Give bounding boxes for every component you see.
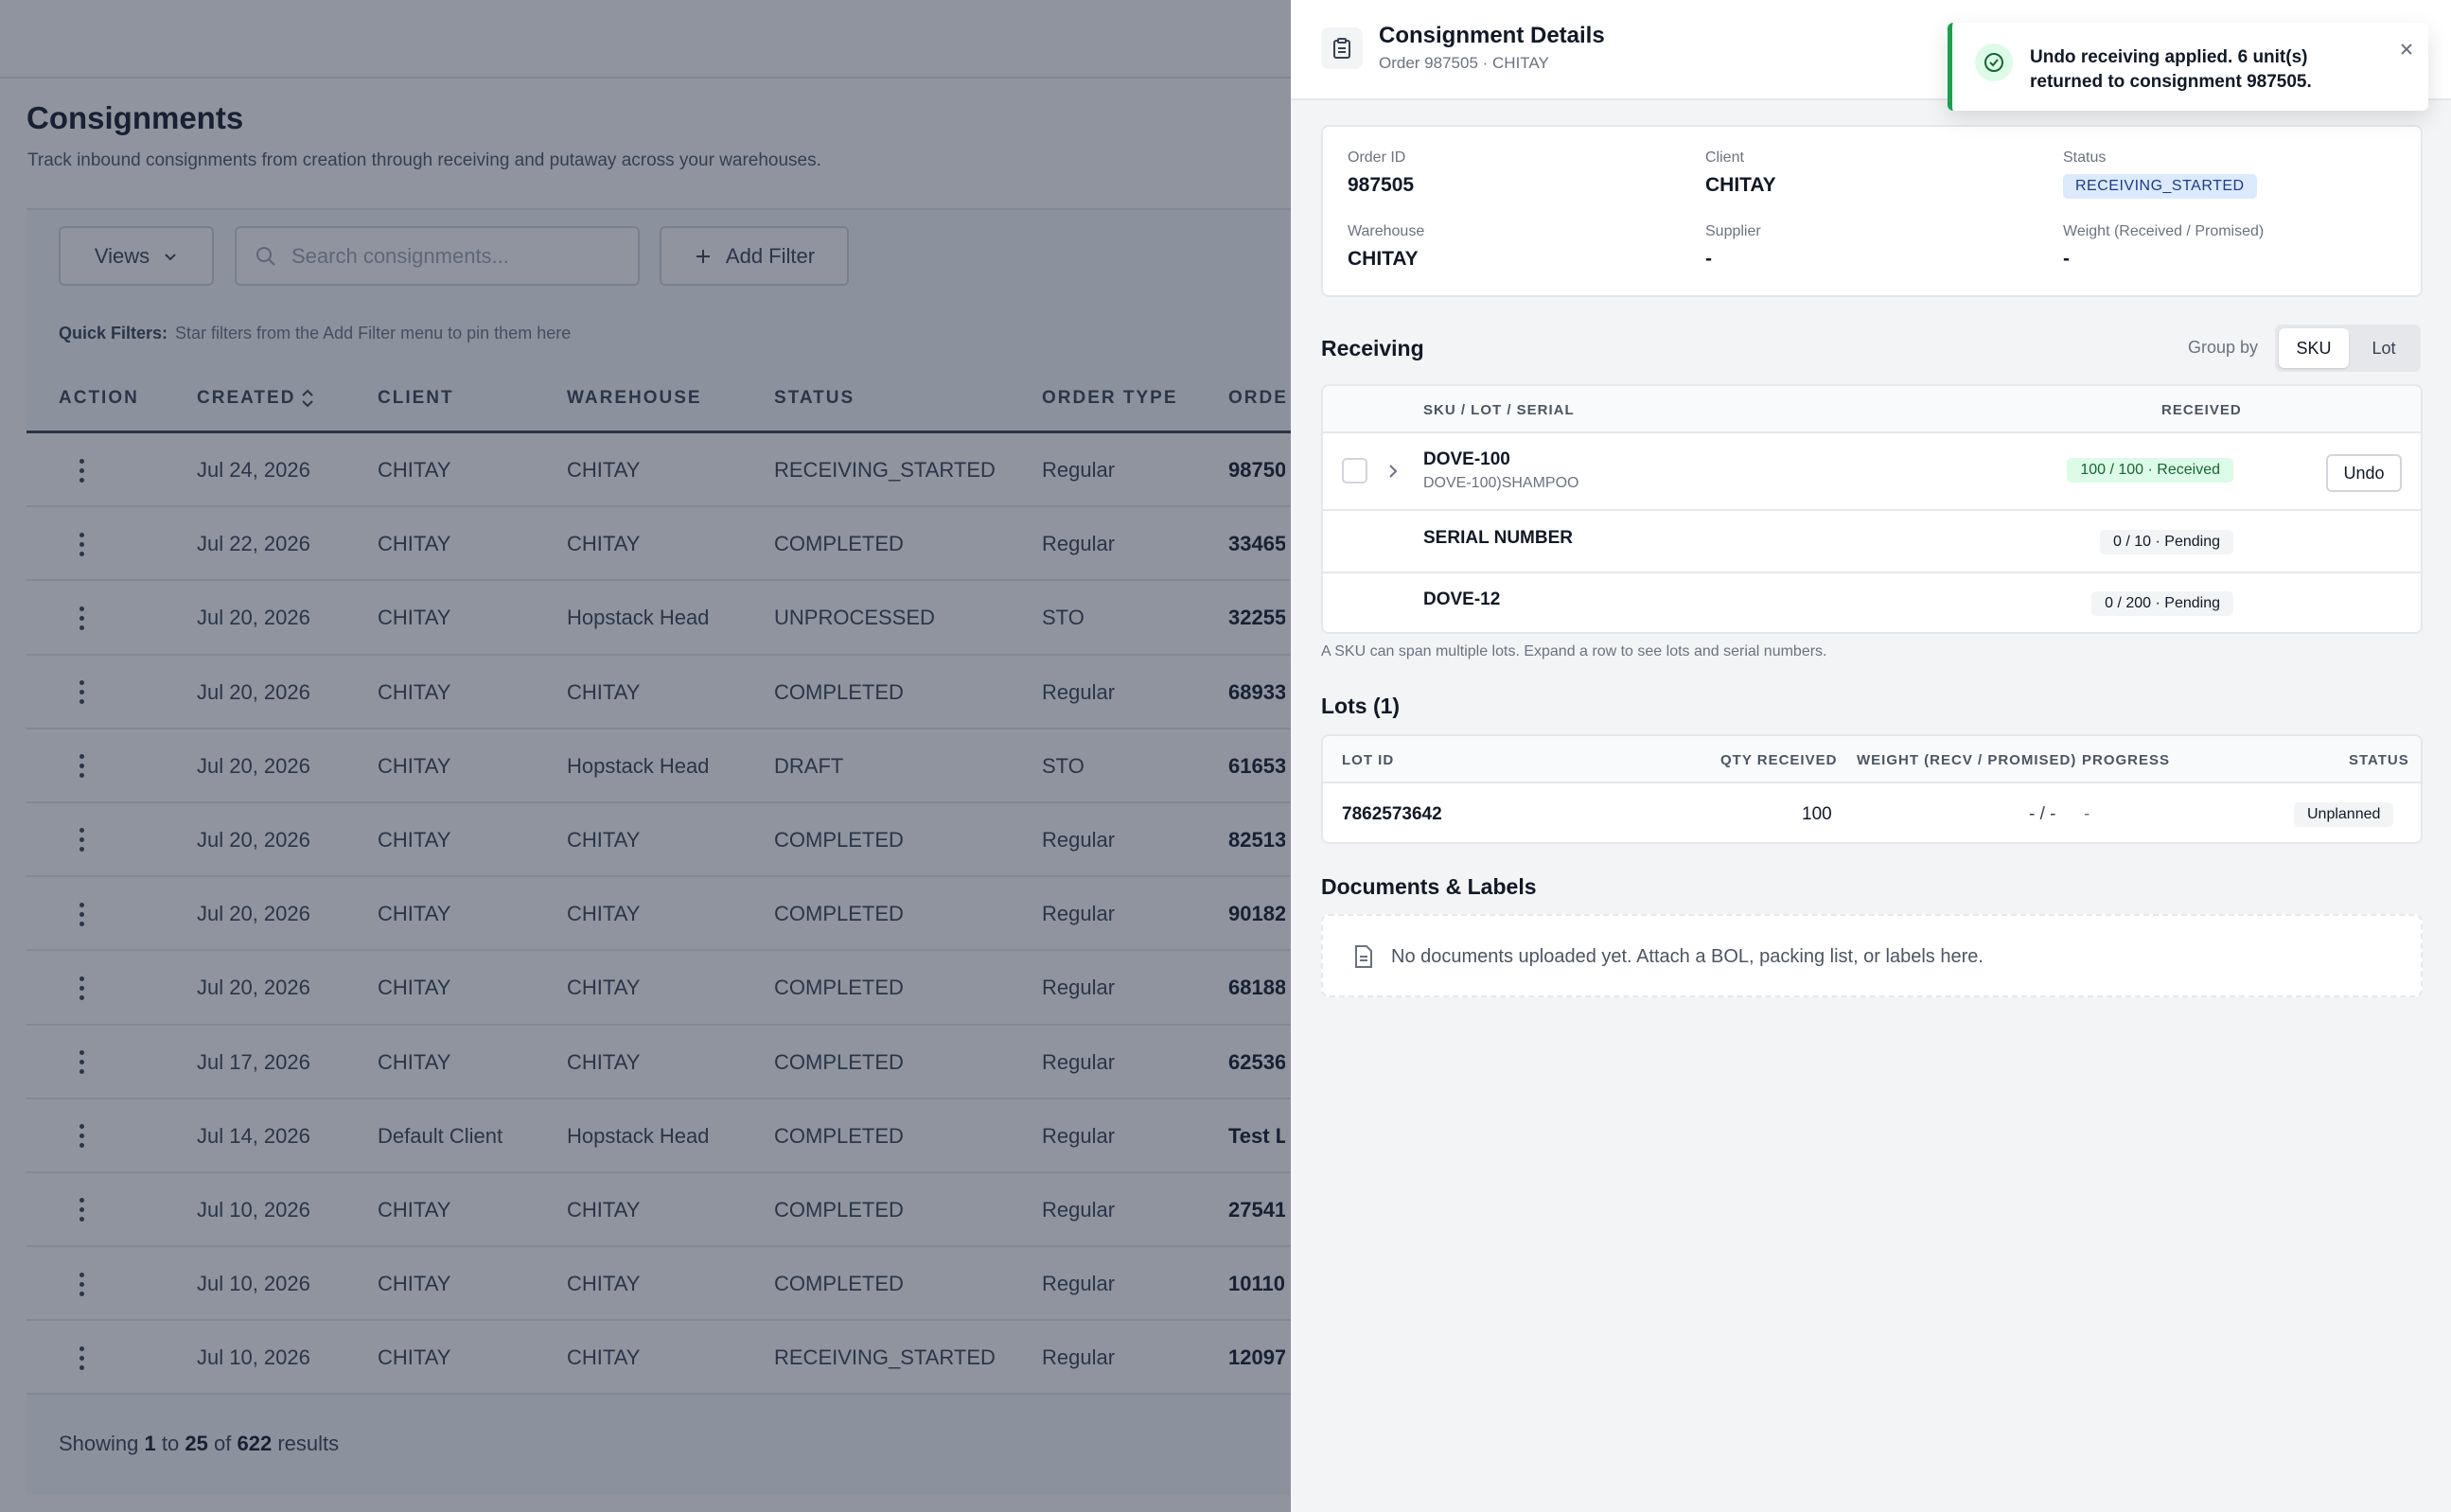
group-by-label: Group by bbox=[2188, 338, 2259, 357]
col-status: STATUS bbox=[2349, 752, 2409, 768]
sku-description: DOVE-100)SHAMPOO bbox=[1423, 475, 1579, 491]
col-received: RECEIVED bbox=[2161, 402, 2242, 418]
order-id-label: Order ID bbox=[1348, 149, 1406, 166]
lots-table-header: LOT ID QTY RECEIVED WEIGHT (RECV / PROMI… bbox=[1323, 736, 2421, 783]
receiving-hint: A SKU can span multiple lots. Expand a r… bbox=[1321, 643, 1827, 659]
receiving-row: DOVE-100 DOVE-100)SHAMPOO 100 / 100 · Re… bbox=[1323, 433, 2421, 511]
pending-badge: 0 / 200 · Pending bbox=[2091, 591, 2233, 616]
pending-badge: 0 / 10 · Pending bbox=[2100, 530, 2233, 554]
clipboard-icon bbox=[1321, 27, 1363, 69]
supplier-label: Supplier bbox=[1705, 223, 1761, 239]
lot-weight: - / - bbox=[2029, 804, 2056, 824]
group-by-lot-button[interactable]: Lot bbox=[2349, 328, 2419, 368]
receiving-row: SERIAL NUMBER 0 / 10 · Pending bbox=[1323, 511, 2421, 573]
documents-empty-text: No documents uploaded yet. Attach a BOL,… bbox=[1391, 946, 1984, 967]
lots-title: Lots (1) bbox=[1321, 694, 1401, 718]
close-icon[interactable] bbox=[2395, 38, 2418, 61]
order-id-value: 987505 bbox=[1348, 174, 1415, 196]
drawer-subtitle: Order 987505 · CHITAY bbox=[1379, 54, 1549, 72]
status-label: Status bbox=[2063, 149, 2107, 166]
col-weight: WEIGHT (RECV / PROMISED) bbox=[1857, 752, 2077, 768]
lot-progress: - bbox=[2084, 804, 2090, 824]
lot-status-badge: Unplanned bbox=[2294, 802, 2394, 827]
receiving-title: Receiving bbox=[1321, 336, 1424, 360]
chevron-right-icon[interactable] bbox=[1385, 462, 1401, 481]
document-icon bbox=[1355, 945, 1372, 968]
check-circle-icon bbox=[1975, 44, 2013, 81]
col-qty-received: QTY RECEIVED bbox=[1720, 752, 1838, 768]
lot-id: 7862573642 bbox=[1342, 804, 1442, 824]
col-sku-lot-serial: SKU / LOT / SERIAL bbox=[1423, 402, 1575, 418]
success-toast: Undo receiving applied. 6 unit(s) return… bbox=[1948, 23, 2428, 111]
order-info-card: Order ID 987505 Client CHITAY Status REC… bbox=[1321, 125, 2423, 297]
modal-overlay[interactable] bbox=[0, 0, 1291, 1512]
col-progress: PROGRESS bbox=[2082, 752, 2171, 768]
receiving-table: SKU / LOT / SERIAL RECEIVED DOVE-100 DOV… bbox=[1321, 384, 2423, 634]
sku-name: DOVE-12 bbox=[1423, 589, 1501, 609]
undo-button[interactable]: Undo bbox=[2326, 454, 2402, 492]
lots-table: LOT ID QTY RECEIVED WEIGHT (RECV / PROMI… bbox=[1321, 734, 2423, 844]
weight-label: Weight (Received / Promised) bbox=[2063, 223, 2265, 239]
group-by-toggle: SKU Lot bbox=[2275, 325, 2421, 372]
group-by-sku-button[interactable]: SKU bbox=[2279, 328, 2349, 368]
sku-name: DOVE-100 bbox=[1423, 449, 1510, 469]
warehouse-label: Warehouse bbox=[1348, 223, 1425, 239]
consignment-details-drawer: Consignment Details Order 987505 · CHITA… bbox=[1291, 0, 2451, 1512]
client-value: CHITAY bbox=[1705, 174, 1776, 196]
supplier-value: - bbox=[1705, 248, 1712, 270]
client-label: Client bbox=[1705, 149, 1744, 166]
received-badge: 100 / 100 · Received bbox=[2067, 458, 2233, 483]
toast-message: Undo receiving applied. 6 unit(s) return… bbox=[2030, 47, 2312, 92]
documents-title: Documents & Labels bbox=[1321, 874, 1537, 899]
sku-name: SERIAL NUMBER bbox=[1423, 528, 1573, 548]
status-badge: RECEIVING_STARTED bbox=[2063, 174, 2257, 199]
drawer-title: Consignment Details bbox=[1379, 23, 1605, 48]
receiving-row: DOVE-12 0 / 200 · Pending bbox=[1323, 573, 2421, 632]
warehouse-value: CHITAY bbox=[1348, 248, 1419, 270]
lot-qty: 100 bbox=[1802, 804, 1832, 824]
receiving-table-header: SKU / LOT / SERIAL RECEIVED bbox=[1323, 386, 2421, 433]
col-lot-id: LOT ID bbox=[1342, 752, 1395, 768]
weight-value: - bbox=[2063, 248, 2070, 270]
row-checkbox[interactable] bbox=[1342, 458, 1367, 483]
documents-dropzone[interactable]: No documents uploaded yet. Attach a BOL,… bbox=[1321, 914, 2423, 997]
